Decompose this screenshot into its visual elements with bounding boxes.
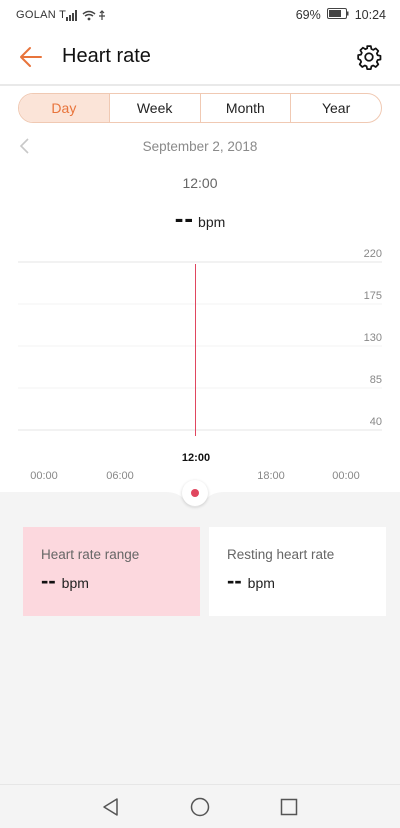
card-unit: bpm — [247, 575, 275, 591]
time-slider-handle[interactable] — [182, 480, 208, 506]
card-value-dashes: -- — [227, 568, 242, 593]
status-right: 69% 10:24 — [296, 8, 386, 22]
battery-percent: 69% — [295, 8, 321, 22]
selected-time: 12:00 — [182, 175, 218, 191]
date-label: September 2, 2018 — [142, 139, 258, 154]
heart-rate-chart[interactable]: 220 175 130 85 40 12:00 00:00 06:00 18:0… — [0, 240, 400, 490]
x-tick-label: 18:00 — [257, 470, 285, 482]
tab-year[interactable]: Year — [290, 94, 381, 122]
current-value: -- bpm — [0, 203, 400, 234]
y-tick-label: 175 — [364, 290, 382, 302]
back-button[interactable] — [16, 42, 46, 72]
grid-lines — [18, 261, 382, 431]
card-unit: bpm — [61, 575, 89, 591]
resting-heart-rate-card[interactable]: Resting heart rate -- bpm — [209, 527, 386, 616]
header-divider — [0, 84, 400, 86]
handle-dot-icon — [191, 489, 199, 497]
card-value: -- bpm — [41, 568, 182, 594]
circle-home-icon — [190, 797, 210, 817]
card-label: Heart rate range — [41, 547, 140, 562]
y-tick-label: 130 — [364, 332, 382, 344]
y-tick-label: 85 — [370, 374, 382, 386]
current-bpm-value: -- — [174, 203, 195, 233]
signal-wifi-icons — [66, 9, 110, 24]
card-label: Resting heart rate — [227, 547, 335, 562]
nav-back-button[interactable] — [99, 795, 123, 819]
page-title: Heart rate — [62, 45, 151, 67]
x-tick-label: 00:00 — [30, 470, 58, 482]
settings-button[interactable] — [356, 44, 382, 70]
system-nav-bar — [0, 784, 400, 828]
nav-home-button[interactable] — [188, 795, 212, 819]
heart-rate-range-card[interactable]: Heart rate range -- bpm — [23, 527, 200, 616]
battery-icon — [326, 8, 349, 22]
carrier-label: GOLAN T — [16, 9, 67, 21]
x-tick-label: 00:00 — [332, 470, 360, 482]
card-value: -- bpm — [227, 568, 368, 594]
nav-recents-button[interactable] — [277, 795, 301, 819]
gear-icon — [357, 45, 382, 70]
y-tick-label: 40 — [370, 416, 382, 428]
current-bpm-unit: bpm — [198, 214, 226, 230]
y-tick-label: 220 — [364, 248, 382, 260]
triangle-back-icon — [103, 798, 118, 816]
app-header: Heart rate — [0, 30, 400, 84]
selected-tick-label: 12:00 — [182, 452, 210, 464]
tab-week[interactable]: Week — [108, 94, 200, 122]
status-bar: GOLAN T 69% 10:24 — [0, 0, 400, 30]
arrow-left-icon — [20, 47, 42, 67]
square-recents-icon — [280, 798, 298, 816]
clock-time: 10:24 — [354, 8, 386, 22]
x-tick-label: 06:00 — [106, 470, 134, 482]
card-value-dashes: -- — [41, 568, 56, 593]
period-tabs: Day Week Month Year — [18, 93, 382, 123]
tab-day[interactable]: Day — [19, 94, 109, 122]
tab-month[interactable]: Month — [199, 94, 291, 122]
